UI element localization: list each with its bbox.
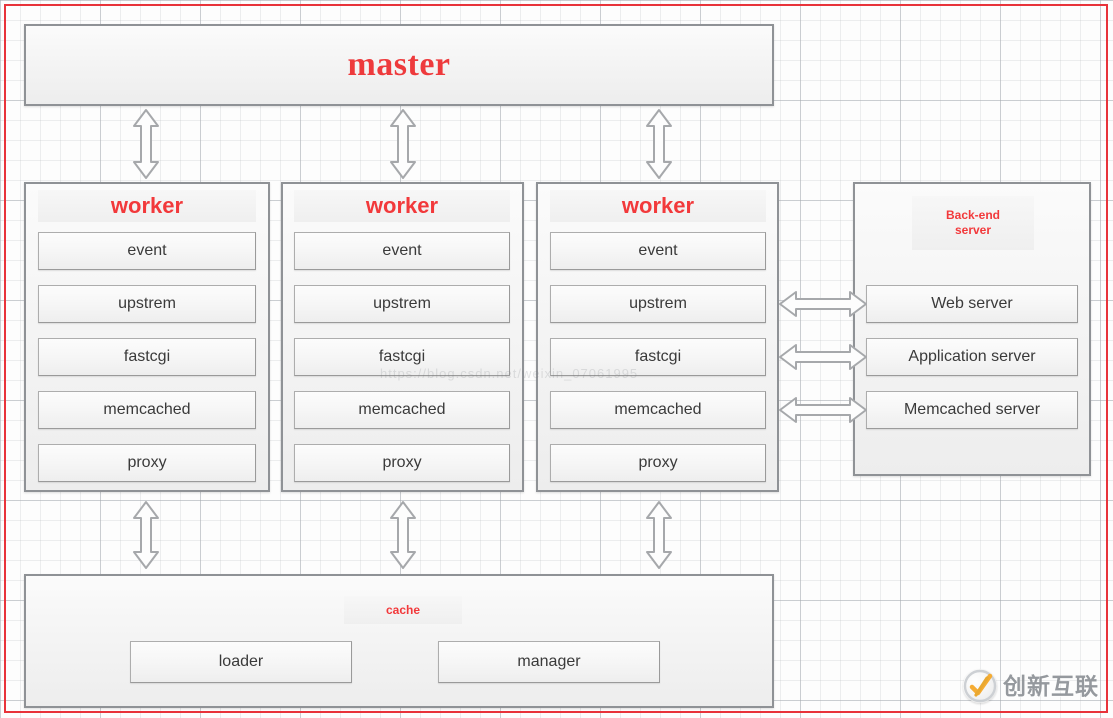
arrow-master-worker-1 — [130, 108, 162, 180]
worker-1-module-upstrem[interactable]: upstrem — [38, 285, 256, 323]
worker-1-module-event[interactable]: event — [38, 232, 256, 270]
worker-2-module-event[interactable]: event — [294, 232, 510, 270]
backend-item-web-server[interactable]: Web server — [866, 285, 1078, 323]
backend-item-application-server[interactable]: Application server — [866, 338, 1078, 376]
worker-1-module-memcached[interactable]: memcached — [38, 391, 256, 429]
arrow-worker3-cache — [643, 500, 675, 570]
diagram-canvas: master worker event upstrem fastcgi memc… — [0, 0, 1113, 718]
worker-title-3: worker — [550, 190, 766, 222]
cache-title: cache — [344, 596, 462, 624]
master-label: master — [347, 46, 451, 83]
backend-title-line1: Back-end — [945, 208, 1001, 222]
worker-1-module-fastcgi[interactable]: fastcgi — [38, 338, 256, 376]
backend-item-memcached-server[interactable]: Memcached server — [866, 391, 1078, 429]
worker-3-module-event[interactable]: event — [550, 232, 766, 270]
worker-2-module-proxy[interactable]: proxy — [294, 444, 510, 482]
worker-2-module-memcached[interactable]: memcached — [294, 391, 510, 429]
arrow-worker1-cache — [130, 500, 162, 570]
worker-2-module-upstrem[interactable]: upstrem — [294, 285, 510, 323]
worker-title-1: worker — [38, 190, 256, 222]
arrow-worker2-cache — [387, 500, 419, 570]
backend-title: Back-end server — [912, 196, 1034, 250]
site-logo-watermark: 创新互联 — [963, 666, 1099, 706]
arrow-memcached-memcachedserver — [778, 394, 868, 426]
faint-watermark-text: https://blog.csdn.net/weixin_07061995 — [380, 366, 639, 381]
worker-3-module-proxy[interactable]: proxy — [550, 444, 766, 482]
logo-wordmark: 创新互联 — [1003, 673, 1099, 699]
backend-title-line2: server — [954, 223, 992, 237]
arrow-master-worker-3 — [643, 108, 675, 180]
arrow-fastcgi-appserver — [778, 341, 868, 373]
cache-item-loader[interactable]: loader — [130, 641, 352, 683]
arrow-upstrem-webserver — [778, 288, 868, 320]
worker-1-module-proxy[interactable]: proxy — [38, 444, 256, 482]
worker-3-module-upstrem[interactable]: upstrem — [550, 285, 766, 323]
logo-circle-icon — [963, 669, 997, 703]
worker-3-module-memcached[interactable]: memcached — [550, 391, 766, 429]
worker-title-2: worker — [294, 190, 510, 222]
cache-item-manager[interactable]: manager — [438, 641, 660, 683]
arrow-master-worker-2 — [387, 108, 419, 180]
